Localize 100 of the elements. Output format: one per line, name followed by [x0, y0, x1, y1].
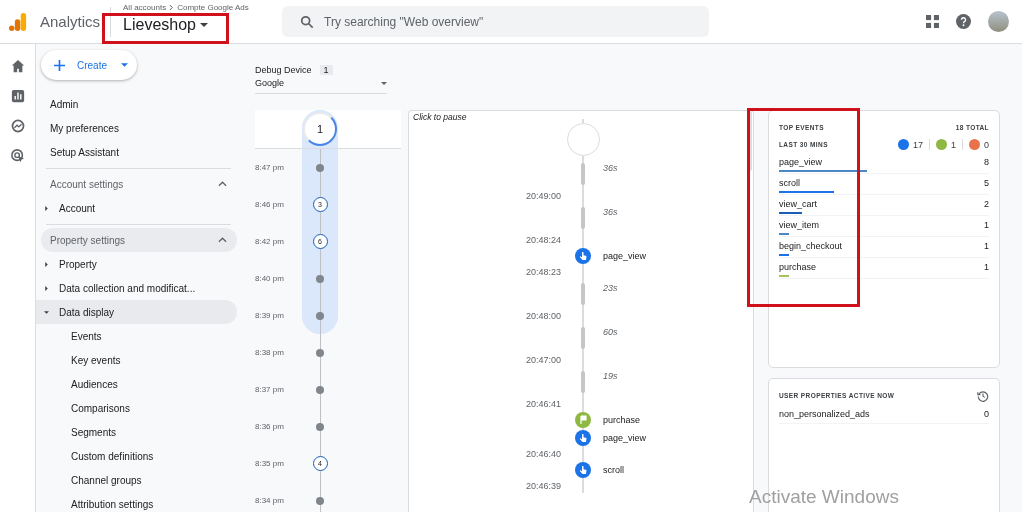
minute-label: 8:46 pm [255, 200, 285, 209]
nav-item[interactable]: Events [36, 324, 237, 348]
event-name[interactable]: scroll [603, 465, 624, 475]
counter-value: 1 [950, 139, 956, 150]
device-select[interactable]: Google [255, 75, 387, 94]
minute-dot[interactable] [316, 348, 324, 357]
triangle-icon [44, 205, 49, 211]
caret-icon [200, 23, 208, 27]
timestamp: 20:48:24 [525, 235, 561, 245]
triangle-icon [44, 261, 49, 267]
timestamp: 20:49:00 [525, 191, 561, 201]
nav-item[interactable]: Property [36, 252, 237, 276]
timestamp: 20:48:00 [525, 311, 561, 321]
avatar[interactable] [988, 11, 1009, 32]
nav-item[interactable]: Property settings [41, 228, 237, 252]
event-count: 8 [984, 157, 989, 167]
counter-value: 0 [984, 139, 989, 150]
device-count: 1 [319, 65, 333, 75]
caret-icon [121, 63, 128, 67]
nav-item[interactable]: My preferences [36, 116, 237, 140]
nav-item[interactable]: Custom definitions [36, 444, 237, 468]
minute-label: 8:38 pm [255, 348, 285, 357]
create-button[interactable]: Create [41, 50, 137, 80]
nav-item[interactable]: Comparisons [36, 396, 237, 420]
event-name[interactable]: begin_checkout [779, 241, 984, 251]
nav-item[interactable]: Data display [36, 300, 237, 324]
event-count: 2 [984, 199, 989, 209]
gap-duration: 60s [603, 327, 618, 337]
trend-circle-icon[interactable] [10, 119, 25, 133]
event-name[interactable]: purchase [603, 415, 641, 425]
nav-item[interactable]: Audiences [36, 372, 237, 396]
search-field[interactable]: Try searching "Web overview" [282, 6, 710, 37]
target-cursor-icon[interactable] [10, 149, 25, 163]
nav-item[interactable]: Key events [36, 348, 237, 372]
chevron-icon [218, 181, 227, 187]
timestamp: 20:48:23 [525, 267, 561, 277]
apps-grid-icon[interactable] [926, 15, 939, 28]
minute-label: 8:42 pm [255, 237, 285, 246]
event-name[interactable]: view_item [779, 220, 984, 230]
minute-label: 8:47 pm [255, 163, 285, 172]
minute-label: 8:39 pm [255, 311, 285, 320]
nav-item[interactable]: Setup Assistant [36, 140, 237, 164]
property-selector[interactable]: Lieveshop [123, 16, 264, 34]
minute-dot[interactable] [316, 422, 324, 431]
event-count: 1 [984, 220, 989, 230]
triangle-icon [44, 285, 49, 291]
minute-label: 8:40 pm [255, 274, 285, 283]
analytics-logo-icon [9, 11, 27, 32]
debug-device-label: Debug Device [255, 65, 312, 75]
seconds-ring[interactable]: 1 [303, 112, 337, 146]
help-icon[interactable] [956, 14, 971, 29]
home-icon[interactable] [10, 59, 25, 73]
event-name[interactable]: page_view [603, 251, 647, 261]
event-name[interactable]: view_cart [779, 199, 984, 209]
nav-item[interactable]: Segments [36, 420, 237, 444]
search-icon [300, 15, 315, 29]
timestamp: 20:46:39 [525, 481, 561, 491]
bar-chart-icon[interactable] [10, 89, 25, 103]
gap-duration: 36s [603, 207, 618, 217]
caret-icon [381, 81, 387, 85]
event-name[interactable]: page_view [603, 433, 647, 443]
breadcrumb-link[interactable]: All accounts [123, 3, 167, 12]
minute-label: 8:36 pm [255, 422, 285, 431]
minute-dot[interactable] [316, 163, 324, 172]
gap-duration: 19s [603, 371, 618, 381]
event-name[interactable]: page_view [779, 157, 984, 167]
pause-hint[interactable]: Click to pause [413, 112, 467, 122]
gap-bar [581, 371, 585, 393]
gap-duration: 36s [603, 163, 618, 173]
breadcrumb-link[interactable]: Compte Google Ads [177, 3, 249, 12]
event-count: 1 [984, 262, 989, 272]
timestamp: 20:46:41 [525, 399, 561, 409]
gap-duration: 23s [603, 283, 618, 293]
nav-item[interactable]: Channel groups [36, 468, 237, 492]
history-icon[interactable] [977, 389, 989, 402]
chevron-right-icon [169, 4, 175, 11]
minute-label: 8:37 pm [255, 385, 285, 394]
event-name[interactable]: scroll [779, 178, 984, 188]
timestamp: 20:47:00 [525, 355, 561, 365]
minute-dot[interactable] [316, 311, 324, 320]
counter-value: 17 [912, 139, 923, 150]
minute-dot[interactable] [316, 274, 324, 283]
minute-dot[interactable] [316, 496, 324, 505]
event-count: 1 [984, 241, 989, 251]
gap-bar [581, 283, 585, 305]
event-name[interactable]: purchase [779, 262, 984, 272]
gap-bar [581, 207, 585, 229]
minute-label: 8:34 pm [255, 496, 285, 505]
event-count: 5 [984, 178, 989, 188]
nav-item[interactable]: Account [36, 196, 237, 220]
nav-item[interactable]: Data collection and modificat... [36, 276, 237, 300]
chevron-icon [218, 237, 227, 243]
property-value: 0 [984, 409, 989, 419]
timestamp: 20:46:40 [525, 449, 561, 459]
nav-item[interactable]: Admin [36, 92, 237, 116]
nav-item[interactable]: Attribution settings [36, 492, 237, 512]
gap-bar [581, 163, 585, 185]
product-name: Analytics [40, 13, 101, 30]
minute-dot[interactable] [316, 385, 324, 394]
nav-item[interactable]: Account settings [41, 172, 237, 196]
